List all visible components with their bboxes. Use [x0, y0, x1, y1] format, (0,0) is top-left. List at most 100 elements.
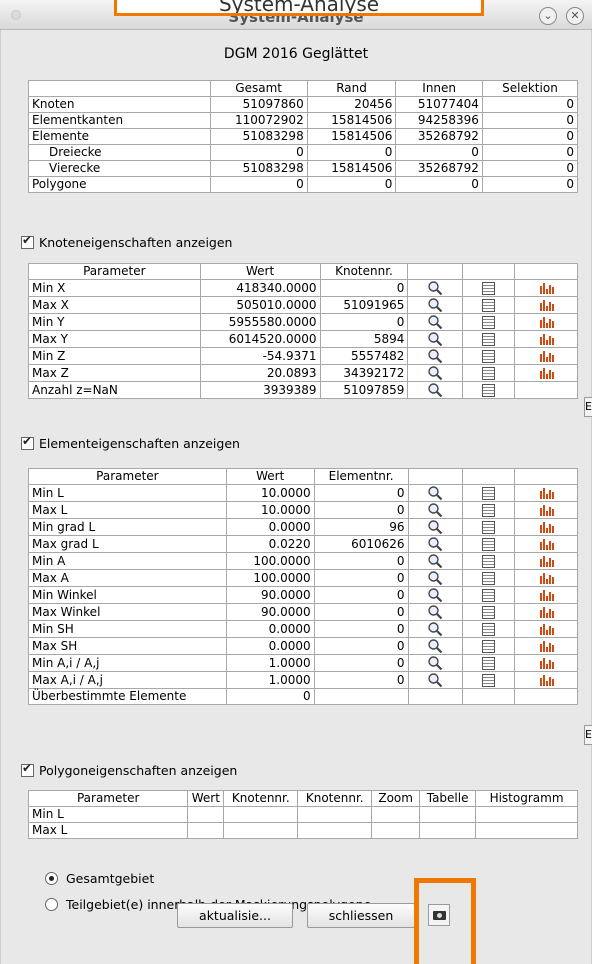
row-label: Min Winkel [28, 586, 227, 604]
table-cell: 0.0000 [225, 637, 315, 655]
table-row: Max grad L 0.0220 6010626 [28, 535, 578, 553]
node-properties-toggle[interactable]: Knoteneigenschaften anzeigen [21, 233, 232, 250]
histogram-icon[interactable] [539, 521, 555, 533]
histogram-icon[interactable] [539, 487, 555, 499]
zoom-cell [407, 671, 464, 689]
column-header: Innen [395, 80, 483, 97]
table-icon[interactable] [482, 571, 496, 585]
export-button[interactable]: E [584, 725, 592, 745]
histogram-icon[interactable] [539, 555, 555, 567]
magnifier-icon[interactable] [427, 655, 443, 671]
table-icon[interactable] [482, 605, 496, 619]
magnifier-icon[interactable] [427, 604, 443, 620]
table-icon[interactable] [482, 588, 496, 602]
table-icon[interactable] [482, 503, 496, 517]
magnifier-icon[interactable] [427, 672, 443, 688]
histogram-icon[interactable] [539, 282, 555, 294]
table-cell: 100.0000 [225, 552, 315, 570]
minimize-icon[interactable]: ⌄ [539, 7, 557, 25]
histogram-icon[interactable] [539, 589, 555, 601]
table-icon[interactable] [482, 520, 496, 534]
histogram-cell [514, 279, 578, 297]
histogram-icon[interactable] [539, 572, 555, 584]
table-row: Min Winkel 90.0000 0 [28, 586, 578, 604]
magnifier-icon[interactable] [427, 297, 443, 313]
histogram-icon[interactable] [539, 606, 555, 618]
magnifier-icon[interactable] [427, 536, 443, 552]
table-icon[interactable] [482, 673, 496, 687]
table-icon[interactable] [482, 332, 496, 346]
refresh-button[interactable]: aktualisie... [177, 903, 293, 928]
element-properties-toggle[interactable]: Elementeigenschaften anzeigen [21, 434, 240, 451]
row-label: Max L [28, 501, 227, 519]
zoom-cell [407, 313, 464, 331]
table-cell: 51091965 [319, 296, 409, 314]
histogram-icon[interactable] [539, 299, 555, 311]
histogram-icon[interactable] [539, 333, 555, 345]
table-icon[interactable] [482, 349, 496, 363]
zoom-cell [407, 586, 464, 604]
table-icon[interactable] [482, 315, 496, 329]
table-icon[interactable] [482, 537, 496, 551]
magnifier-icon[interactable] [427, 570, 443, 586]
histogram-cell [514, 603, 578, 621]
checkbox[interactable] [21, 233, 34, 249]
table-icon[interactable] [482, 656, 496, 670]
magnifier-icon[interactable] [427, 553, 443, 569]
table-cell: 15814506 [306, 160, 397, 177]
table-cell: 5894 [319, 330, 409, 348]
table-cell [223, 806, 299, 823]
histogram-icon[interactable] [539, 640, 555, 652]
histogram-icon[interactable] [539, 674, 555, 686]
magnifier-icon[interactable] [427, 331, 443, 347]
row-label: Min Y [28, 313, 201, 331]
export-button[interactable]: E [584, 397, 592, 417]
magnifier-icon[interactable] [427, 348, 443, 364]
zoom-cell [407, 364, 464, 382]
summary-table: Gesamt Rand Innen Selektion Knoten 510978… [28, 80, 579, 193]
row-label: Min L [28, 484, 227, 502]
histogram-icon[interactable] [539, 316, 555, 328]
magnifier-icon[interactable] [427, 485, 443, 501]
table-icon[interactable] [482, 486, 496, 500]
zoom-cell [407, 535, 464, 553]
magnifier-icon[interactable] [427, 638, 443, 654]
table-view-cell [462, 637, 516, 655]
table-icon[interactable] [482, 281, 496, 295]
close-window-icon[interactable]: ✕ [566, 7, 584, 25]
table-cell: 0 [319, 313, 409, 331]
table-row: Max SH 0.0000 0 [28, 637, 578, 655]
table-icon[interactable] [482, 554, 496, 568]
magnifier-icon[interactable] [427, 621, 443, 637]
checkbox[interactable] [21, 761, 34, 777]
magnifier-icon[interactable] [427, 587, 443, 603]
histogram-icon[interactable] [539, 504, 555, 516]
table-icon[interactable] [482, 298, 496, 312]
magnifier-icon[interactable] [427, 502, 443, 518]
magnifier-icon[interactable] [427, 365, 443, 381]
table-icon[interactable] [482, 639, 496, 653]
radio-button[interactable] [45, 872, 58, 885]
magnifier-icon[interactable] [427, 314, 443, 330]
magnifier-icon[interactable] [427, 382, 443, 398]
radio-button[interactable] [45, 898, 58, 911]
histogram-icon[interactable] [539, 657, 555, 669]
histogram-icon[interactable] [539, 350, 555, 362]
table-icon[interactable] [482, 622, 496, 636]
histogram-icon[interactable] [539, 623, 555, 635]
row-label: Elementkanten [28, 112, 211, 129]
polygon-properties-toggle[interactable]: Polygoneigenschaften anzeigen [21, 761, 237, 778]
table-cell: 100.0000 [225, 569, 315, 587]
magnifier-icon[interactable] [427, 280, 443, 296]
table-cell [297, 806, 373, 823]
radio-whole-area[interactable]: Gesamtgebiet [45, 871, 154, 886]
magnifier-icon[interactable] [427, 519, 443, 535]
checkbox[interactable] [21, 434, 34, 450]
close-button[interactable]: schliessen [307, 903, 415, 928]
table-icon[interactable] [482, 366, 496, 380]
table-icon[interactable] [482, 383, 496, 397]
histogram-icon[interactable] [539, 538, 555, 550]
table-row: Min X 418340.0000 0 [28, 279, 578, 297]
histogram-icon[interactable] [539, 367, 555, 379]
column-header: Rand [306, 80, 397, 97]
